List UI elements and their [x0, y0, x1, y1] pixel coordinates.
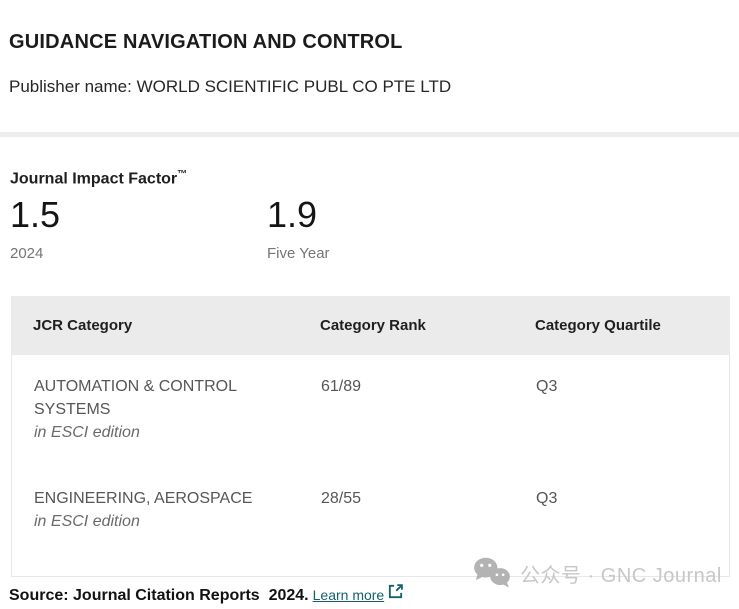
category-cell: ENGINEERING, AEROSPACE in ESCI edition: [34, 487, 321, 533]
category-name: AUTOMATION & CONTROL SYSTEMS: [34, 375, 269, 421]
jif-caption-five-year: Five Year: [267, 245, 330, 262]
header-category-quartile: Category Quartile: [535, 317, 730, 334]
external-link-icon[interactable]: [387, 583, 404, 600]
publisher-name: Publisher name: WORLD SCIENTIFIC PUBL CO…: [9, 77, 451, 97]
journal-title: GUIDANCE NAVIGATION AND CONTROL: [9, 31, 403, 54]
source-line: Source: Journal Citation Reports 2024. L…: [9, 583, 404, 605]
jif-metric-2024: 1.5 2024: [10, 194, 60, 262]
jif-metric-five-year: 1.9 Five Year: [267, 194, 330, 262]
jif-caption-2024: 2024: [10, 245, 60, 262]
table-row: ENGINEERING, AEROSPACE in ESCI edition 2…: [12, 465, 729, 554]
jif-value-five-year: 1.9: [267, 194, 330, 236]
impact-factor-section-title: Journal Impact Factor™: [10, 169, 187, 188]
category-rank: 61/89: [321, 375, 536, 398]
category-table-body: AUTOMATION & CONTROL SYSTEMS in ESCI edi…: [11, 355, 730, 577]
header-category-rank: Category Rank: [320, 317, 535, 334]
category-rank: 28/55: [321, 487, 536, 510]
category-quartile: Q3: [536, 375, 729, 398]
category-edition: in ESCI edition: [34, 510, 321, 533]
category-table: JCR Category Category Rank Category Quar…: [11, 296, 730, 577]
category-name: ENGINEERING, AEROSPACE: [34, 487, 269, 510]
category-table-header: JCR Category Category Rank Category Quar…: [11, 296, 730, 355]
jif-value-2024: 1.5: [10, 194, 60, 236]
section-divider: [0, 132, 739, 137]
learn-more-link[interactable]: Learn more: [313, 587, 385, 603]
jcr-journal-profile: GUIDANCE NAVIGATION AND CONTROL Publishe…: [0, 0, 739, 609]
category-edition: in ESCI edition: [34, 421, 321, 444]
category-quartile: Q3: [536, 487, 729, 510]
header-jcr-category: JCR Category: [33, 317, 320, 334]
table-row: AUTOMATION & CONTROL SYSTEMS in ESCI edi…: [12, 375, 729, 465]
impact-factor-label: Journal Impact Factor: [10, 170, 177, 187]
source-text: Source: Journal Citation Reports 2024.: [9, 587, 309, 605]
category-cell: AUTOMATION & CONTROL SYSTEMS in ESCI edi…: [34, 375, 321, 444]
trademark-symbol: ™: [177, 169, 187, 180]
